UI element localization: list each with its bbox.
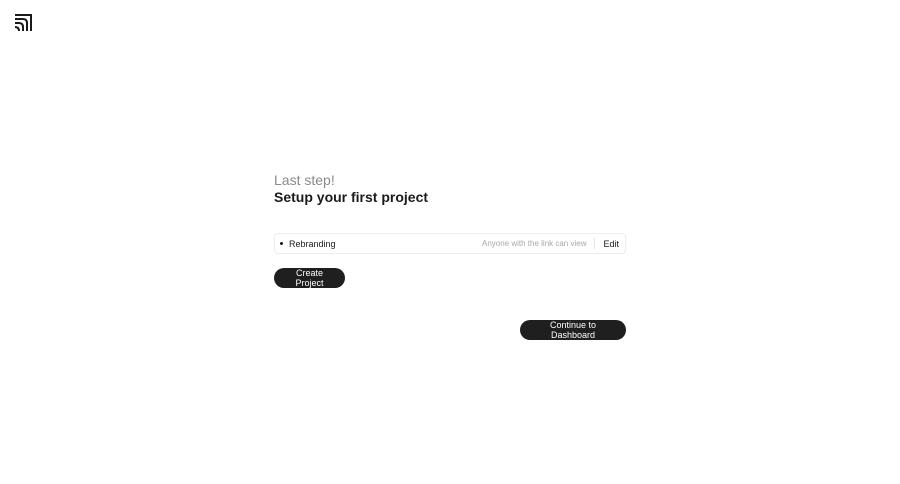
project-name: Rebranding [289,238,336,249]
onboarding-page: Last step! Setup your first project Rebr… [0,0,900,484]
project-visibility: Anyone with the link can view [481,239,587,248]
brand-logo-svg [14,14,32,32]
brand-logo-icon[interactable] [14,14,32,32]
create-project-button[interactable]: Create Project [274,268,345,288]
page-title: Setup your first project [274,189,429,205]
divider [594,238,596,249]
step-subtitle: Last step! [274,172,335,188]
project-row[interactable]: Rebranding Anyone with the link can view… [274,233,626,254]
edit-project-button[interactable]: Edit [603,239,619,249]
onboarding-header: Last step! Setup your first project [274,172,626,206]
continue-to-dashboard-button[interactable]: Continue to Dashboard [520,320,626,340]
bullet-dot-icon [280,242,283,245]
